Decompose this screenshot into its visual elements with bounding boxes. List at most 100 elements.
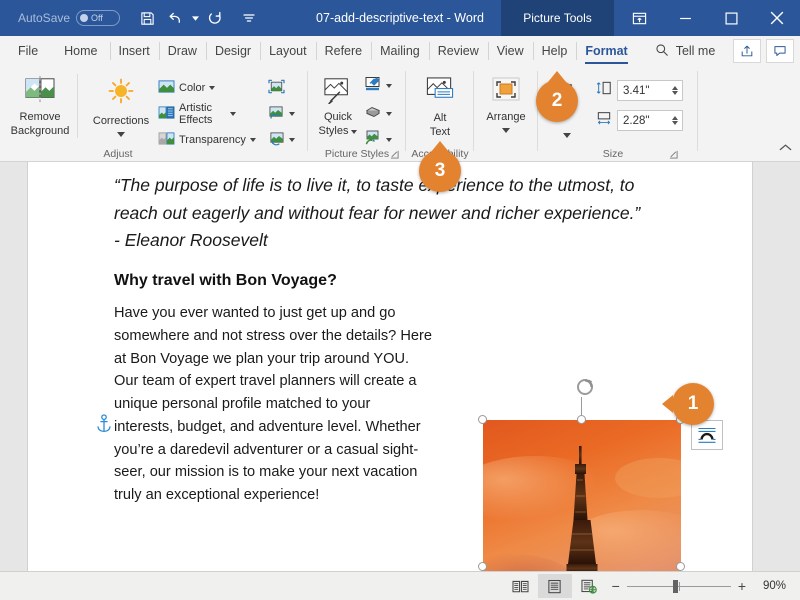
tab-format[interactable]: Format <box>576 36 636 66</box>
picture-styles-dialog-launcher[interactable] <box>389 148 400 159</box>
picture-layout-chevron-down-icon[interactable] <box>386 137 392 142</box>
crop-chevron-down-icon[interactable] <box>563 133 571 139</box>
save-icon[interactable] <box>134 5 160 31</box>
document-page[interactable]: “The purpose of life is to live it, to t… <box>27 162 753 571</box>
shape-width-stepper[interactable] <box>672 116 682 125</box>
zoom-level-label[interactable]: 90% <box>754 580 786 592</box>
quick-styles-chevron-down-icon[interactable] <box>351 129 358 134</box>
tab-insert[interactable]: Insert <box>109 36 159 66</box>
selected-picture[interactable] <box>478 415 685 571</box>
zoom-in-button[interactable]: + <box>738 579 746 593</box>
shape-width-value: 2.28" <box>623 114 650 127</box>
remove-background-button[interactable]: Remove Background <box>8 70 72 138</box>
reset-picture-chevron-down-icon[interactable] <box>289 137 295 142</box>
zoom-slider-track[interactable] <box>626 579 731 593</box>
shape-height-input[interactable]: 3.41" <box>617 80 683 101</box>
read-mode-icon[interactable] <box>504 574 538 598</box>
collapse-ribbon-icon[interactable] <box>779 139 792 157</box>
window-buttons <box>616 0 800 36</box>
tab-references[interactable]: Refere <box>315 36 372 66</box>
transparency-chevron-down-icon[interactable] <box>249 137 256 142</box>
tab-layout[interactable]: Layout <box>260 36 316 66</box>
transparency-icon <box>158 131 175 149</box>
color-chevron-down-icon[interactable] <box>209 85 216 90</box>
autosave-toggle[interactable]: Off <box>76 10 121 26</box>
alt-text-button[interactable]: Alt Text <box>416 70 464 139</box>
artistic-effects-button[interactable]: Artistic Effects <box>158 102 236 126</box>
tab-review[interactable]: Review <box>428 36 488 66</box>
tab-file[interactable]: File <box>0 36 52 66</box>
compress-pictures-button[interactable] <box>268 76 285 99</box>
section-heading[interactable]: Why travel with Bon Voyage? <box>114 272 337 290</box>
quote-paragraph[interactable]: “The purpose of life is to live it, to t… <box>114 172 644 255</box>
eiffel-tower-image[interactable] <box>483 420 681 571</box>
alt-text-label-line1: Alt <box>433 112 447 125</box>
quick-styles-button[interactable]: Quick Styles <box>310 70 366 138</box>
transparency-label: Transparency <box>179 133 246 146</box>
tab-view[interactable]: View <box>487 36 533 66</box>
picture-effects-chevron-down-icon[interactable] <box>386 111 392 116</box>
tab-design[interactable]: Desigr <box>205 36 260 66</box>
ribbon-group-label-adjust: Adjust <box>103 148 133 160</box>
picture-effects-button[interactable] <box>364 102 392 125</box>
remove-background-label-line1: Remove <box>19 111 61 124</box>
ribbon-group-label-size: Size <box>602 148 624 160</box>
print-layout-icon[interactable] <box>537 574 572 598</box>
picture-effects-icon <box>364 105 382 123</box>
change-picture-button[interactable] <box>268 102 295 125</box>
object-anchor-icon <box>96 414 112 439</box>
callout-badge-2-number: 2 <box>551 90 563 111</box>
resize-handle-top-left[interactable] <box>478 415 487 424</box>
zoom-slider[interactable]: − + <box>612 579 746 593</box>
zoom-out-button[interactable]: − <box>612 579 620 593</box>
change-picture-chevron-down-icon[interactable] <box>289 111 295 116</box>
artistic-effects-chevron-down-icon[interactable] <box>230 111 236 116</box>
resize-handle-middle-right[interactable] <box>676 562 685 571</box>
tab-home[interactable]: Home <box>52 36 109 66</box>
size-dialog-launcher[interactable] <box>668 148 679 159</box>
document-area[interactable]: “The purpose of life is to live it, to t… <box>0 162 800 571</box>
share-icon[interactable] <box>733 39 761 63</box>
contextual-tab-label: Picture Tools <box>501 0 614 36</box>
tab-draw[interactable]: Draw <box>158 36 206 66</box>
tab-mailings[interactable]: Mailing <box>371 36 429 66</box>
corrections-button[interactable]: Corrections <box>84 70 158 137</box>
rotate-handle-icon[interactable] <box>574 376 596 398</box>
ribbon-tab-strip: File Home Insert Draw Desigr Layout Refe… <box>0 36 800 66</box>
redo-icon[interactable] <box>202 5 228 31</box>
undo-dropdown-icon[interactable] <box>190 5 200 31</box>
picture-border-button[interactable] <box>364 74 392 97</box>
resize-handle-middle-left[interactable] <box>478 562 487 571</box>
arrange-chevron-down-icon[interactable] <box>502 127 510 133</box>
body-paragraph[interactable]: Have you ever wanted to just get up and … <box>114 302 432 507</box>
eiffel-tower-artwork <box>483 420 681 571</box>
customize-quick-access-toolbar-icon[interactable] <box>236 5 262 31</box>
maximize-icon[interactable] <box>708 0 754 36</box>
shape-width-input[interactable]: 2.28" <box>617 110 683 131</box>
minimize-icon[interactable] <box>662 0 708 36</box>
picture-border-chevron-down-icon[interactable] <box>386 83 392 88</box>
color-button[interactable]: Color <box>158 76 216 99</box>
comments-icon[interactable] <box>766 39 794 63</box>
shape-width-row: 2.28" <box>596 110 683 131</box>
tab-help[interactable]: Help <box>532 36 577 66</box>
remove-background-icon <box>24 76 56 108</box>
tell-me-label: Tell me <box>675 44 716 58</box>
shape-height-stepper[interactable] <box>672 86 682 95</box>
undo-icon[interactable] <box>162 5 188 31</box>
zoom-slider-thumb[interactable] <box>672 579 678 593</box>
close-icon[interactable] <box>754 0 800 36</box>
tell-me-box[interactable]: Tell me <box>655 43 716 60</box>
title-bar: AutoSave Off 07-add-descriptive-text - W… <box>0 0 800 36</box>
reset-picture-button[interactable] <box>268 128 295 151</box>
ribbon-display-options-icon[interactable] <box>616 0 662 36</box>
web-layout-icon[interactable] <box>572 574 606 598</box>
autosave-control[interactable]: AutoSave Off <box>18 10 121 26</box>
arrange-label: Arrange <box>486 111 526 124</box>
corrections-chevron-down-icon[interactable] <box>117 131 125 137</box>
artistic-effects-icon <box>158 105 175 123</box>
resize-handle-top-center[interactable] <box>577 415 586 424</box>
tabstrip-right-buttons <box>733 39 794 63</box>
word-window: AutoSave Off 07-add-descriptive-text - W… <box>0 0 800 600</box>
arrange-button[interactable]: Arrange <box>478 70 534 133</box>
